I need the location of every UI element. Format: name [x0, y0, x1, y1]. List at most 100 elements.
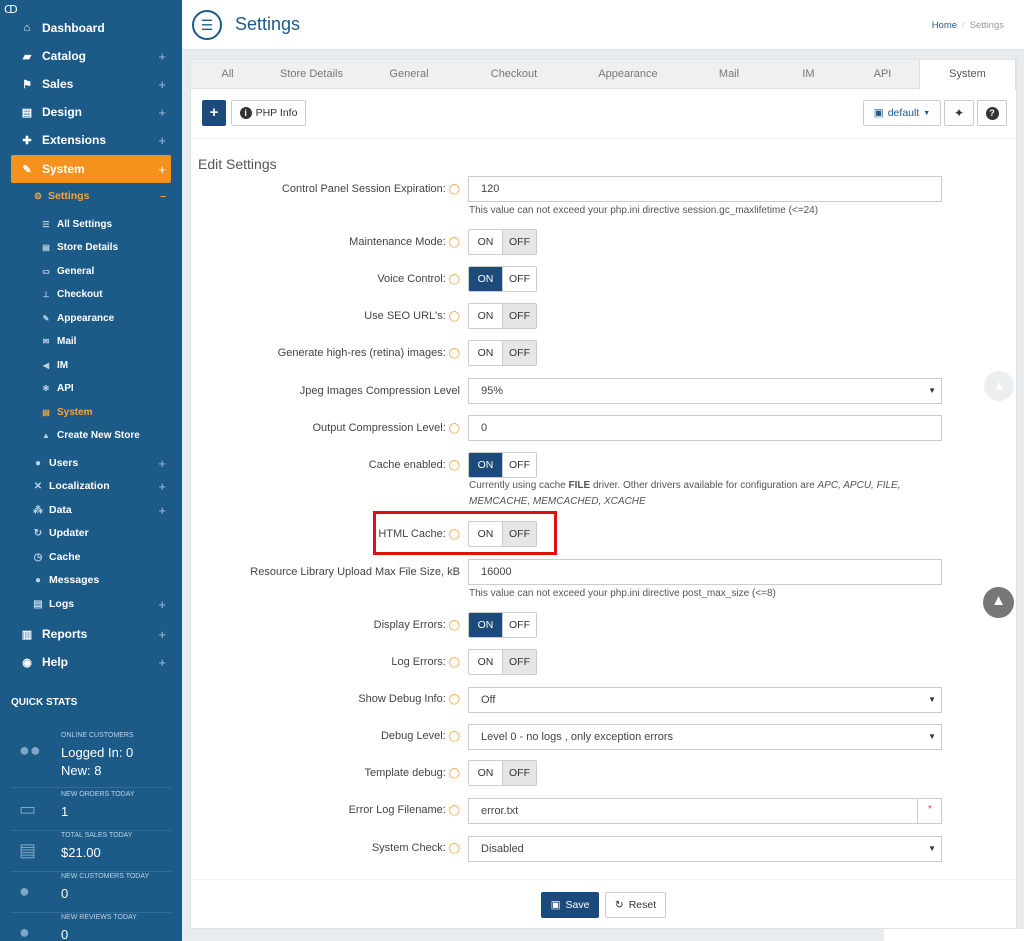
toggle-off[interactable]: OFF [502, 304, 536, 328]
nav-updater[interactable]: ↻ Updater [0, 522, 182, 544]
toggle-on[interactable]: ON [469, 453, 502, 477]
output-compression-input[interactable]: 0 [468, 415, 942, 441]
comment-icon[interactable]: ◯ [449, 694, 460, 705]
toggle-off[interactable]: OFF [502, 650, 536, 674]
comment-icon[interactable]: ◯ [449, 311, 460, 322]
toggle-on[interactable]: ON [469, 761, 502, 785]
add-button[interactable]: + [202, 100, 226, 126]
nav-sales[interactable]: ⚑ Sales + [0, 70, 182, 98]
comment-icon[interactable]: ◯ [449, 184, 460, 195]
nav-extensions[interactable]: ✚ Extensions + [0, 126, 182, 154]
nav-design[interactable]: ▤ Design + [0, 98, 182, 126]
nav-system[interactable]: ✎ System + [11, 155, 171, 183]
tab-all[interactable]: All [191, 60, 264, 89]
template-select-button[interactable]: ▣ default ▼ [863, 100, 941, 126]
nav-appearance[interactable]: ✎ Appearance [0, 307, 182, 329]
tab-mail[interactable]: Mail [687, 60, 771, 89]
nav-reports[interactable]: ▥ Reports + [0, 620, 182, 648]
collapse-icon[interactable]: – [160, 190, 166, 202]
nav-data[interactable]: ⁂ Data + [0, 499, 182, 521]
expand-icon[interactable]: + [158, 627, 166, 642]
nav-api[interactable]: ✻ API [0, 377, 182, 399]
scroll-top-faint-icon[interactable]: ▲ [984, 371, 1014, 401]
nav-system-settings[interactable]: ▤ System [0, 401, 182, 423]
tab-system[interactable]: System [919, 60, 1016, 90]
expand-icon[interactable]: + [158, 133, 166, 148]
nav-logs[interactable]: ▤ Logs + [0, 593, 182, 615]
comment-icon[interactable]: ◯ [449, 768, 460, 779]
retina-images-toggle[interactable]: ON OFF [468, 340, 537, 366]
nav-create-store[interactable]: ▲ Create New Store [0, 424, 182, 446]
toggle-on[interactable]: ON [469, 522, 502, 546]
breadcrumb-home[interactable]: Home [932, 20, 957, 31]
nav-cache[interactable]: ◷ Cache [0, 546, 182, 568]
expand-icon[interactable]: + [158, 49, 166, 64]
cache-enabled-toggle[interactable]: ON OFF [468, 452, 537, 478]
nav-checkout[interactable]: ⊥ Checkout [0, 283, 182, 305]
scroll-to-top-button[interactable]: ▲ [983, 587, 1014, 618]
toggle-on[interactable]: ON [469, 650, 502, 674]
comment-icon[interactable]: ◯ [449, 423, 460, 434]
nav-localization[interactable]: ✕ Localization + [0, 475, 182, 497]
toggle-off[interactable]: OFF [502, 613, 536, 637]
html-cache-toggle[interactable]: ON OFF [468, 521, 537, 547]
show-debug-select[interactable]: Off ▼ [468, 687, 942, 713]
comment-icon[interactable]: ◯ [449, 460, 460, 471]
toggle-on[interactable]: ON [469, 341, 502, 365]
nav-dashboard[interactable]: ⌂ Dashboard [0, 14, 182, 42]
toggle-on[interactable]: ON [469, 230, 502, 254]
save-button[interactable]: ▣ Save [541, 892, 599, 918]
tab-checkout[interactable]: Checkout [459, 60, 569, 89]
nav-im[interactable]: ◀ IM [0, 354, 182, 376]
toggle-off[interactable]: OFF [502, 522, 536, 546]
comment-icon[interactable]: ◯ [449, 529, 460, 540]
comment-icon[interactable]: ◯ [449, 348, 460, 359]
tab-api[interactable]: API [846, 60, 919, 89]
tab-im[interactable]: IM [771, 60, 846, 89]
template-debug-toggle[interactable]: ON OFF [468, 760, 537, 786]
nav-all-settings[interactable]: ☰ All Settings [0, 213, 182, 235]
toggle-off[interactable]: OFF [502, 230, 536, 254]
reset-button[interactable]: ↻ Reset [605, 892, 666, 918]
expand-icon[interactable]: + [158, 105, 166, 120]
system-check-select[interactable]: Disabled ▼ [468, 836, 942, 862]
nav-store-details[interactable]: ▤ Store Details [0, 236, 182, 258]
toggle-on[interactable]: ON [469, 267, 502, 291]
toggle-off[interactable]: OFF [502, 341, 536, 365]
nav-messages[interactable]: ● Messages [0, 569, 182, 591]
comment-icon[interactable]: ◯ [449, 237, 460, 248]
jpeg-compression-select[interactable]: 95% ▼ [468, 378, 942, 404]
expand-icon[interactable]: + [158, 456, 166, 471]
seo-urls-toggle[interactable]: ON OFF [468, 303, 537, 329]
session-expiration-input[interactable]: 120 [468, 176, 942, 202]
comment-icon[interactable]: ◯ [449, 843, 460, 854]
log-errors-toggle[interactable]: ON OFF [468, 649, 537, 675]
nav-general[interactable]: ▭ General [0, 260, 182, 282]
magic-wand-button[interactable]: ✦ [944, 100, 974, 126]
toggle-off[interactable]: OFF [502, 761, 536, 785]
tab-appearance[interactable]: Appearance [569, 60, 687, 89]
maintenance-mode-toggle[interactable]: ON OFF [468, 229, 537, 255]
expand-icon[interactable]: + [158, 655, 166, 670]
toggle-on[interactable]: ON [469, 304, 502, 328]
comment-icon[interactable]: ◯ [449, 731, 460, 742]
toggle-on[interactable]: ON [469, 613, 502, 637]
nav-help[interactable]: ◉ Help + [0, 648, 182, 676]
expand-icon[interactable]: + [158, 479, 166, 494]
upload-max-input[interactable]: 16000 [468, 559, 942, 585]
expand-icon[interactable]: + [158, 597, 166, 612]
expand-icon[interactable]: + [158, 503, 166, 518]
debug-level-select[interactable]: Level 0 - no logs , only exception error… [468, 724, 942, 750]
voice-control-toggle[interactable]: ON OFF [468, 266, 537, 292]
php-info-button[interactable]: i PHP Info [231, 100, 306, 126]
nav-catalog[interactable]: ▰ Catalog + [0, 42, 182, 70]
tab-store-details[interactable]: Store Details [264, 60, 359, 89]
nav-settings[interactable]: ⚙ Settings – [0, 185, 182, 207]
comment-icon[interactable]: ◯ [449, 805, 460, 816]
help-button[interactable]: ? [977, 100, 1007, 126]
display-errors-toggle[interactable]: ON OFF [468, 612, 537, 638]
expand-icon[interactable]: + [158, 77, 166, 92]
error-log-input[interactable]: error.txt [468, 798, 942, 824]
toggle-off[interactable]: OFF [502, 453, 536, 477]
comment-icon[interactable]: ◯ [449, 274, 460, 285]
